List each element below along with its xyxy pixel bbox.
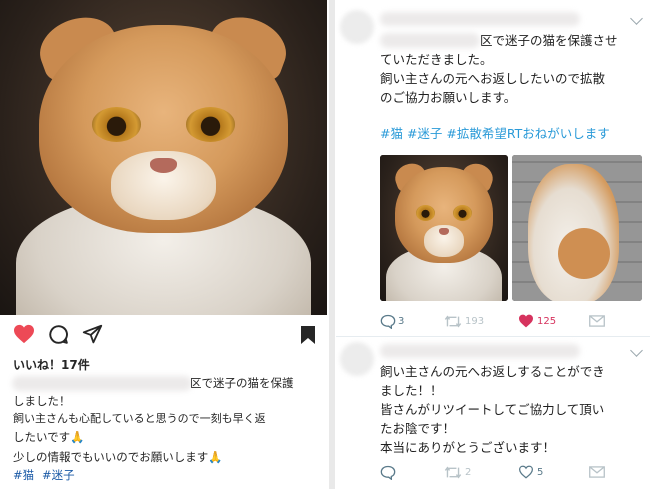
redacted-username [380,344,580,358]
comment-icon[interactable] [48,324,69,345]
chevron-down-icon[interactable] [630,12,643,25]
share-icon[interactable] [82,324,103,345]
avatar[interactable] [340,342,374,376]
tweet2-line-2: ました！！ [380,383,443,398]
tweet1-line-3: 飼い主さんの元へお返ししたいので拡散 [380,71,606,86]
caption-line-1: 区で迷子の猫を保護 [190,376,294,390]
caption-line-3: 飼い主さんも心配していると思うので一刻も早く返 [13,412,266,425]
twitter-thread: 区で迷子の猫を保護させ ていただきました。 飼い主さんの元へお返ししたいので拡散… [336,0,650,489]
instagram-post: いいね！17件 区で迷子の猫を保護 しました！ 飼い主さんも心配していると思うの… [0,0,327,489]
cat-eye-left [91,107,141,142]
cat-eye-right [452,204,473,221]
avatar[interactable] [340,10,374,44]
tweet2-line-4: たお陰です！ [380,421,456,436]
cat-eye-left [415,204,436,221]
tweet2-line-5: 本当にありがとうございます！ [380,440,556,455]
like-icon[interactable] [518,465,534,479]
chevron-down-icon[interactable] [630,344,643,357]
redacted-username [380,12,580,26]
retweet-icon[interactable] [444,465,462,480]
retweet-count: 193 [465,316,485,327]
like-icon[interactable] [518,314,534,328]
tweet-image-cat-face[interactable] [380,155,508,301]
tweet2-line-3: 皆さんがリツイートしてご協力して頂い [380,402,605,417]
mail-icon[interactable] [589,315,605,327]
cat-orange-patch [557,228,610,280]
tweet1-hashtags[interactable]: #猫 #迷子 #拡散希望RTおねがいします [380,123,610,142]
tweet-separator [336,336,650,337]
redacted-location [380,33,480,48]
tweet2-line-1: 飼い主さんの元へお返しすることができ [380,364,605,379]
reply-count: 3 [398,316,405,327]
hashtag-lost[interactable]: #迷子 [42,467,75,483]
reply-icon[interactable] [380,314,396,329]
caption-line-5: 少しの情報でもいいのでお願いします🙏 [13,450,223,464]
panel-divider [329,0,335,489]
tweet-image-cat-back[interactable] [512,155,642,301]
caption-line-2: しました！ [13,394,71,408]
redacted-username [12,376,192,391]
mail-icon[interactable] [589,466,605,478]
cat-eye-right [186,107,236,142]
likes-count[interactable]: いいね！17件 [13,356,90,373]
like-count: 125 [537,316,557,327]
retweet-icon[interactable] [444,314,462,329]
hashtag-cat[interactable]: #猫 [13,467,34,483]
reply-icon[interactable] [380,465,396,480]
tweet1-line-4: のご協力お願いします。 [380,90,517,105]
cat-photo[interactable] [0,0,327,315]
caption-line-4: したいです🙏 [13,430,85,444]
tweet1-line-1: 区で迷子の猫を保護させ [480,33,618,48]
like-count: 5 [537,467,544,478]
tweet1-line-2: ていただきました。 [380,52,493,67]
retweet-count: 2 [465,467,472,478]
bookmark-icon[interactable] [300,325,316,345]
heart-filled-icon[interactable] [13,324,35,344]
